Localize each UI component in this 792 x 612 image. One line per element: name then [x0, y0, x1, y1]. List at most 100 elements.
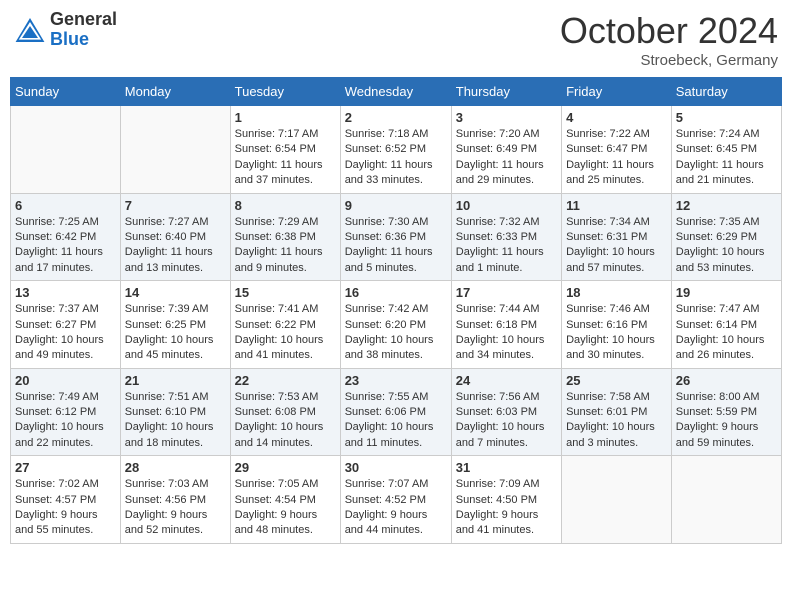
day-number: 1 [235, 110, 336, 125]
day-info: Sunrise: 7:32 AM Sunset: 6:33 PM Dayligh… [456, 215, 557, 277]
logo: General Blue [14, 10, 117, 50]
calendar-table: SundayMondayTuesdayWednesdayThursdayFrid… [10, 77, 782, 544]
calendar-cell: 11Sunrise: 7:34 AM Sunset: 6:31 PM Dayli… [562, 193, 672, 281]
day-info: Sunrise: 7:37 AM Sunset: 6:27 PM Dayligh… [15, 302, 116, 364]
day-info: Sunrise: 7:46 AM Sunset: 6:16 PM Dayligh… [566, 302, 667, 364]
calendar-cell: 8 Sunrise: 7:29 AM Sunset: 6:38 PM Daylig… [230, 193, 340, 281]
day-number: 24 [456, 373, 557, 388]
day-number: 19 [676, 285, 777, 300]
day-number: 2 [345, 110, 447, 125]
day-number: 28 [125, 460, 226, 475]
calendar-cell: 2 Sunrise: 7:18 AM Sunset: 6:52 PM Daylig… [340, 106, 451, 194]
calendar-cell: 5 Sunrise: 7:24 AM Sunset: 6:45 PM Daylig… [671, 106, 781, 194]
calendar-cell: 17 Sunrise: 7:44 AM Sunset: 6:18 PM Dayli… [451, 281, 561, 369]
day-number: 10 [456, 198, 557, 213]
calendar-cell: 16 Sunrise: 7:42 AM Sunset: 6:20 PM Dayli… [340, 281, 451, 369]
day-info: Sunrise: 7:47 AM Sunset: 6:14 PM Dayligh… [676, 302, 777, 364]
day-info: Sunrise: 7:41 AM Sunset: 6:22 PM Dayligh… [235, 302, 336, 364]
day-info: Sunrise: 7:17 AM Sunset: 6:54 PM Dayligh… [235, 127, 336, 189]
day-info: Sunrise: 7:51 AM Sunset: 6:10 PM Dayligh… [125, 390, 226, 452]
day-info: Sunrise: 7:29 AM Sunset: 6:38 PM Dayligh… [235, 215, 336, 277]
day-info: Sunrise: 7:03 AM Sunset: 4:56 PM Dayligh… [125, 477, 226, 539]
day-info: Sunrise: 7:24 AM Sunset: 6:45 PM Dayligh… [676, 127, 777, 189]
calendar-cell: 4 Sunrise: 7:22 AM Sunset: 6:47 PM Daylig… [562, 106, 672, 194]
title-block: October 2024 Stroebeck, Germany [560, 10, 778, 69]
day-info: Sunrise: 7:25 AM Sunset: 6:42 PM Dayligh… [15, 215, 116, 277]
weekday-header-sunday: Sunday [11, 78, 121, 106]
day-info: Sunrise: 8:00 AM Sunset: 5:59 PM Dayligh… [676, 390, 777, 452]
day-number: 17 [456, 285, 557, 300]
day-number: 14 [125, 285, 226, 300]
calendar-week-row: 13 Sunrise: 7:37 AM Sunset: 6:27 PM Dayli… [11, 281, 782, 369]
day-number: 18 [566, 285, 667, 300]
day-number: 6 [15, 198, 116, 213]
logo-icon [14, 14, 46, 46]
calendar-cell: 10 Sunrise: 7:32 AM Sunset: 6:33 PM Dayli… [451, 193, 561, 281]
day-number: 27 [15, 460, 116, 475]
calendar-cell [11, 106, 121, 194]
day-number: 7 [125, 198, 226, 213]
day-number: 31 [456, 460, 557, 475]
day-info: Sunrise: 7:39 AM Sunset: 6:25 PM Dayligh… [125, 302, 226, 364]
day-number: 13 [15, 285, 116, 300]
logo-general-text: General [50, 10, 117, 30]
calendar-cell: 9Sunrise: 7:30 AM Sunset: 6:36 PM Daylig… [340, 193, 451, 281]
weekday-header-wednesday: Wednesday [340, 78, 451, 106]
month-title: October 2024 [560, 10, 778, 52]
calendar-cell: 27 Sunrise: 7:02 AM Sunset: 4:57 PM Dayli… [11, 456, 121, 544]
day-number: 22 [235, 373, 336, 388]
page-header: General Blue October 2024 Stroebeck, Ger… [10, 10, 782, 69]
day-number: 5 [676, 110, 777, 125]
calendar-cell: 25Sunrise: 7:58 AM Sunset: 6:01 PM Dayli… [562, 368, 672, 456]
weekday-header-tuesday: Tuesday [230, 78, 340, 106]
calendar-cell: 30Sunrise: 7:07 AM Sunset: 4:52 PM Dayli… [340, 456, 451, 544]
weekday-header-monday: Monday [120, 78, 230, 106]
calendar-week-row: 27 Sunrise: 7:02 AM Sunset: 4:57 PM Dayli… [11, 456, 782, 544]
calendar-cell: 23Sunrise: 7:55 AM Sunset: 6:06 PM Dayli… [340, 368, 451, 456]
weekday-header-thursday: Thursday [451, 78, 561, 106]
calendar-week-row: 6 Sunrise: 7:25 AM Sunset: 6:42 PM Daylig… [11, 193, 782, 281]
weekday-header-saturday: Saturday [671, 78, 781, 106]
calendar-cell: 15 Sunrise: 7:41 AM Sunset: 6:22 PM Dayli… [230, 281, 340, 369]
calendar-week-row: 1 Sunrise: 7:17 AM Sunset: 6:54 PM Daylig… [11, 106, 782, 194]
calendar-cell [562, 456, 672, 544]
location-text: Stroebeck, Germany [560, 52, 778, 69]
day-info: Sunrise: 7:18 AM Sunset: 6:52 PM Dayligh… [345, 127, 447, 189]
calendar-cell: 12 Sunrise: 7:35 AM Sunset: 6:29 PM Dayli… [671, 193, 781, 281]
day-info: Sunrise: 7:22 AM Sunset: 6:47 PM Dayligh… [566, 127, 667, 189]
day-info: Sunrise: 7:56 AM Sunset: 6:03 PM Dayligh… [456, 390, 557, 452]
day-info: Sunrise: 7:20 AM Sunset: 6:49 PM Dayligh… [456, 127, 557, 189]
day-info: Sunrise: 7:53 AM Sunset: 6:08 PM Dayligh… [235, 390, 336, 452]
calendar-cell: 6 Sunrise: 7:25 AM Sunset: 6:42 PM Daylig… [11, 193, 121, 281]
day-info: Sunrise: 7:58 AM Sunset: 6:01 PM Dayligh… [566, 390, 667, 452]
day-info: Sunrise: 7:44 AM Sunset: 6:18 PM Dayligh… [456, 302, 557, 364]
weekday-header-friday: Friday [562, 78, 672, 106]
calendar-cell: 31 Sunrise: 7:09 AM Sunset: 4:50 PM Dayli… [451, 456, 561, 544]
calendar-cell: 28 Sunrise: 7:03 AM Sunset: 4:56 PM Dayli… [120, 456, 230, 544]
day-info: Sunrise: 7:09 AM Sunset: 4:50 PM Dayligh… [456, 477, 557, 539]
day-number: 21 [125, 373, 226, 388]
day-info: Sunrise: 7:35 AM Sunset: 6:29 PM Dayligh… [676, 215, 777, 277]
day-number: 26 [676, 373, 777, 388]
calendar-cell [671, 456, 781, 544]
day-number: 29 [235, 460, 336, 475]
day-number: 12 [676, 198, 777, 213]
day-info: Sunrise: 7:02 AM Sunset: 4:57 PM Dayligh… [15, 477, 116, 539]
calendar-cell: 18 Sunrise: 7:46 AM Sunset: 6:16 PM Dayli… [562, 281, 672, 369]
logo-blue-text: Blue [50, 30, 117, 50]
calendar-cell: 29Sunrise: 7:05 AM Sunset: 4:54 PM Dayli… [230, 456, 340, 544]
calendar-cell: 26 Sunrise: 8:00 AM Sunset: 5:59 PM Dayli… [671, 368, 781, 456]
day-info: Sunrise: 7:55 AM Sunset: 6:06 PM Dayligh… [345, 390, 447, 452]
day-number: 15 [235, 285, 336, 300]
day-number: 8 [235, 198, 336, 213]
day-info: Sunrise: 7:42 AM Sunset: 6:20 PM Dayligh… [345, 302, 447, 364]
day-number: 4 [566, 110, 667, 125]
calendar-cell: 14 Sunrise: 7:39 AM Sunset: 6:25 PM Dayli… [120, 281, 230, 369]
calendar-cell: 13 Sunrise: 7:37 AM Sunset: 6:27 PM Dayli… [11, 281, 121, 369]
calendar-cell: 20Sunrise: 7:49 AM Sunset: 6:12 PM Dayli… [11, 368, 121, 456]
day-info: Sunrise: 7:27 AM Sunset: 6:40 PM Dayligh… [125, 215, 226, 277]
day-number: 16 [345, 285, 447, 300]
calendar-cell: 1 Sunrise: 7:17 AM Sunset: 6:54 PM Daylig… [230, 106, 340, 194]
day-number: 11 [566, 198, 667, 213]
day-info: Sunrise: 7:49 AM Sunset: 6:12 PM Dayligh… [15, 390, 116, 452]
